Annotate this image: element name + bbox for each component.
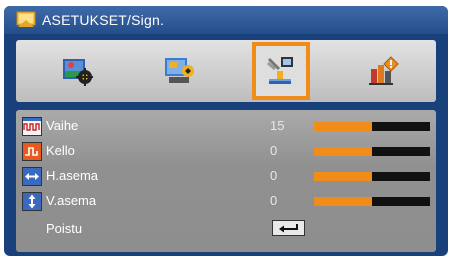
h-position-slider-fill (314, 172, 372, 181)
phase-icon (22, 117, 42, 136)
tab-image[interactable] (52, 46, 102, 96)
clock-value: 0 (270, 143, 278, 158)
enter-icon (279, 224, 298, 233)
enter-button[interactable] (272, 220, 305, 236)
v-position-label: V.asema (46, 193, 97, 208)
clock-slider-fill (314, 147, 372, 156)
phase-value: 15 (270, 118, 285, 133)
phase-label: Vaihe (46, 118, 79, 133)
setup-signal-icon (267, 57, 293, 84)
menu-tabs (16, 40, 436, 102)
display-settings-icon (165, 58, 194, 83)
clock-slider[interactable] (314, 147, 430, 156)
v-position-slider-fill (314, 197, 372, 206)
title-bar: ASETUKSET/Sign. (4, 6, 448, 34)
image-settings-icon (63, 59, 93, 86)
window-title: ASETUKSET/Sign. (42, 12, 165, 28)
setting-row-exit[interactable]: Poistu (16, 217, 436, 241)
setting-row-h-position[interactable]: H.asema 0 (16, 164, 436, 188)
v-position-value: 0 (270, 193, 278, 208)
h-position-value: 0 (270, 168, 278, 183)
tab-setup-signal[interactable] (252, 42, 310, 100)
clock-label: Kello (46, 143, 75, 158)
phase-slider-fill (314, 122, 372, 131)
tab-display[interactable] (154, 46, 204, 96)
h-position-label: H.asema (46, 168, 99, 183)
h-position-icon (22, 167, 42, 186)
options-icon (369, 56, 399, 85)
phase-slider[interactable] (314, 122, 430, 131)
setting-row-clock[interactable]: Kello 0 (16, 139, 436, 163)
v-position-icon (22, 192, 42, 211)
clock-icon (22, 142, 42, 161)
settings-menu-icon (16, 11, 36, 29)
h-position-slider[interactable] (314, 172, 430, 181)
setting-row-phase[interactable]: Vaihe 15 (16, 114, 436, 138)
exit-label: Poistu (46, 221, 83, 236)
v-position-slider[interactable] (314, 197, 430, 206)
settings-panel: Vaihe 15 Kello 0 H.asema 0 V.asema 0 Poi… (16, 110, 436, 252)
setting-row-v-position[interactable]: V.asema 0 (16, 189, 436, 213)
tab-options[interactable] (358, 46, 408, 96)
